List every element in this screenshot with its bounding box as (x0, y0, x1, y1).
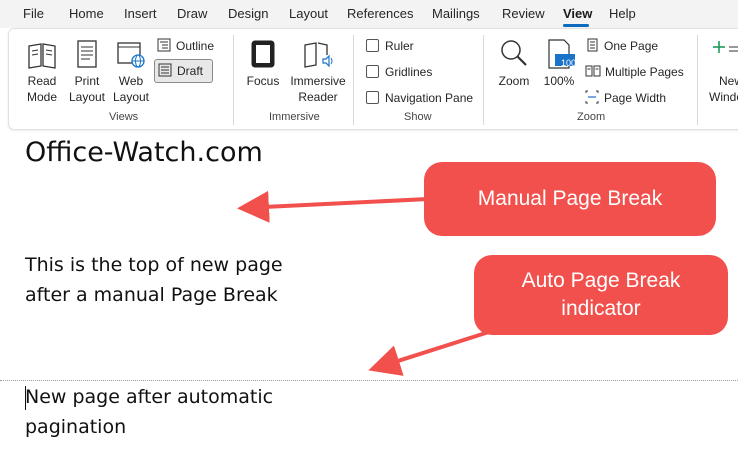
show-group-label: Show (404, 111, 432, 123)
read-mode-button[interactable]: Read Mode (21, 37, 63, 105)
navigation-pane-label: Navigation Pane (385, 91, 474, 105)
tab-help[interactable]: Help (609, 6, 636, 21)
zoom-100-icon-text: 100 (561, 58, 577, 68)
tab-file[interactable]: File (23, 6, 44, 21)
new-window-button[interactable]: New Windo (703, 37, 738, 105)
gridlines-checkbox-box[interactable] (366, 65, 379, 78)
document-paragraph-2-line-2[interactable]: pagination (25, 412, 126, 442)
ribbon: Read Mode Print Layout Web Layout Outlin… (8, 28, 738, 130)
tab-layout[interactable]: Layout (289, 6, 328, 21)
focus-icon (251, 40, 275, 68)
ribbon-separator (483, 35, 484, 125)
focus-label: Focus (246, 74, 280, 88)
tab-insert[interactable]: Insert (124, 6, 157, 21)
navigation-pane-checkbox-box[interactable] (366, 91, 379, 104)
zoom-100-label: 100% (543, 74, 575, 88)
print-layout-button[interactable]: Print Layout (67, 37, 107, 105)
draft-icon (158, 63, 172, 77)
immersive-reader-button[interactable]: Immersive Reader (287, 37, 349, 105)
tab-references[interactable]: References (347, 6, 413, 21)
document-heading[interactable]: Office-Watch.com (25, 136, 263, 170)
print-layout-icon (77, 40, 97, 68)
tab-review[interactable]: Review (502, 6, 545, 21)
outline-button[interactable]: Outline (157, 38, 214, 53)
page-width-label: Page Width (604, 91, 667, 105)
ribbon-separator (353, 35, 354, 125)
page-width-button[interactable]: Page Width (585, 90, 666, 105)
auto-page-break-callout: Auto Page Break indicator (474, 255, 728, 335)
new-window-label-1: New (719, 74, 738, 88)
read-mode-icon (28, 43, 56, 69)
ruler-label: Ruler (385, 39, 414, 53)
web-layout-button[interactable]: Web Layout (111, 37, 151, 105)
tab-view[interactable]: View (563, 6, 592, 21)
page-width-icon (585, 90, 599, 104)
document-paragraph-1-line-2[interactable]: after a manual Page Break (25, 280, 278, 310)
outline-icon (157, 38, 171, 52)
manual-page-break-callout: Manual Page Break (424, 162, 716, 236)
manual-break-arrow (237, 190, 429, 223)
ribbon-separator (697, 35, 698, 125)
auto-page-break-callout-text: Auto Page Break indicator (521, 269, 681, 320)
one-page-button[interactable]: One Page (585, 38, 658, 53)
document-paragraph-1-line-1[interactable]: This is the top of new page (25, 250, 283, 280)
multiple-pages-icon (585, 65, 601, 77)
active-tab-indicator (563, 24, 589, 27)
tab-draw[interactable]: Draw (177, 6, 207, 21)
new-window-label-2: Windo (709, 90, 738, 104)
manual-page-break-callout-text: Manual Page Break (477, 187, 663, 210)
web-layout-icon (117, 42, 145, 68)
outline-label: Outline (176, 39, 215, 53)
document-paragraph-2-line-1[interactable]: New page after automatic (25, 382, 273, 412)
one-page-icon (587, 38, 598, 52)
focus-button[interactable]: Focus (243, 37, 283, 89)
tab-mailings[interactable]: Mailings (432, 6, 480, 21)
print-layout-label-1: Print (74, 74, 100, 88)
zoom-button[interactable]: Zoom (494, 37, 534, 89)
immersive-reader-label-2: Reader (298, 90, 338, 104)
immersive-reader-label-1: Immersive (290, 74, 346, 88)
immersive-group-label: Immersive (269, 111, 320, 123)
multiple-pages-button[interactable]: Multiple Pages (585, 64, 684, 79)
navigation-pane-checkbox[interactable]: Navigation Pane (366, 91, 473, 105)
zoom-group-label: Zoom (577, 111, 606, 123)
ribbon-separator (233, 35, 234, 125)
magnifier-icon (501, 40, 527, 66)
draft-label: Draft (177, 64, 204, 78)
auto-page-break-line (0, 380, 738, 381)
ruler-checkbox[interactable]: Ruler (366, 39, 414, 53)
tab-design[interactable]: Design (228, 6, 268, 21)
gridlines-checkbox[interactable]: Gridlines (366, 65, 432, 79)
gridlines-label: Gridlines (385, 65, 433, 79)
tab-home[interactable]: Home (69, 6, 104, 21)
menu-bar: File Home Insert Draw Design Layout Refe… (0, 0, 738, 28)
multiple-pages-label: Multiple Pages (605, 65, 684, 79)
draft-button[interactable]: Draft (158, 63, 203, 78)
read-mode-label-2: Mode (26, 90, 58, 104)
new-window-icon (713, 41, 738, 53)
read-mode-label-1: Read (27, 74, 57, 88)
web-layout-label-1: Web (118, 74, 144, 88)
web-layout-label-2: Layout (112, 90, 150, 104)
ruler-checkbox-box[interactable] (366, 39, 379, 52)
views-group-label: Views (109, 111, 139, 123)
immersive-reader-icon (304, 42, 333, 68)
one-page-label: One Page (604, 39, 659, 53)
auto-break-arrow (368, 329, 493, 376)
zoom-100-button[interactable]: 100 100% (539, 37, 579, 89)
print-layout-label-2: Layout (68, 90, 106, 104)
zoom-label: Zoom (498, 74, 530, 88)
